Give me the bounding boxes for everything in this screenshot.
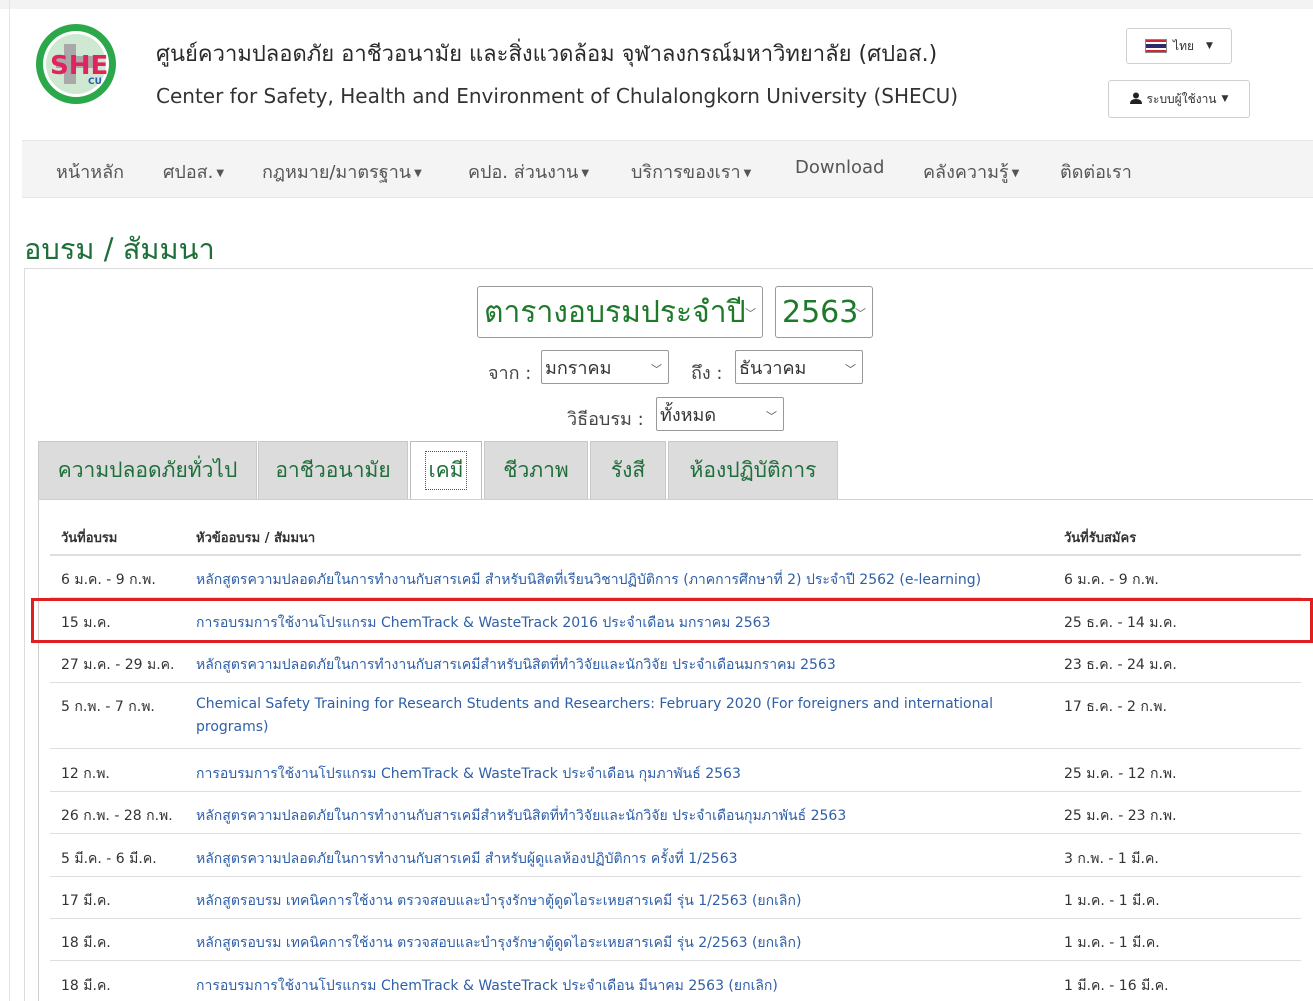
year-select[interactable]: 2563 ﹀ xyxy=(775,286,873,338)
row-topic-link[interactable]: หลักสูตรอบรม เทคนิคการใช้งาน ตรวจสอบและบ… xyxy=(196,932,801,954)
row-register-date: 17 ธ.ค. - 2 ก.พ. xyxy=(1064,699,1167,715)
chevron-down-icon: ﹀ xyxy=(766,410,777,423)
row-date: 5 มี.ค. - 6 มี.ค. xyxy=(61,851,157,867)
from-label: จาก : xyxy=(488,363,532,384)
tab-radiation[interactable]: รังสี xyxy=(590,441,666,499)
chevron-down-icon: ﹀ xyxy=(745,307,756,320)
row-register-date: 25 ธ.ค. - 14 ม.ค. xyxy=(1064,615,1177,631)
caret-down-icon: ▼ xyxy=(414,168,422,179)
row-topic-link[interactable]: การอบรมการใช้งานโปรแกรม ChemTrack & Wast… xyxy=(196,763,741,785)
tab-occupational-health[interactable]: อาชีวอนามัย xyxy=(258,441,408,499)
schedule-type-select[interactable]: ตารางอบรมประจำปี ﹀ xyxy=(477,286,763,338)
row-date: 12 ก.พ. xyxy=(61,766,110,782)
thai-flag-icon xyxy=(1145,39,1168,53)
row-date: 17 มี.ค. xyxy=(61,893,111,909)
tab-chemical[interactable]: เคมี xyxy=(410,441,482,500)
caret-down-icon: ▼ xyxy=(1011,168,1020,179)
row-register-date: 25 ม.ค. - 12 ก.พ. xyxy=(1064,766,1177,782)
row-date: 26 ก.พ. - 28 ก.พ. xyxy=(61,808,173,824)
row-topic-link[interactable]: หลักสูตรความปลอดภัยในการทำงานกับสารเคมีส… xyxy=(196,805,846,827)
nav-laws-standards[interactable]: กฎหมาย/มาตรฐาน ▼ xyxy=(262,157,422,186)
site-title-english: Center for Safety, Health and Environmen… xyxy=(156,84,959,108)
language-label: ไทย xyxy=(1173,38,1195,53)
row-register-date: 23 ธ.ค. - 24 ม.ค. xyxy=(1064,657,1177,673)
table-header-row xyxy=(50,513,1301,556)
row-date: 18 มี.ค. xyxy=(61,935,111,951)
training-method-label: วิธีอบรม : xyxy=(567,409,644,430)
chevron-down-icon: ﹀ xyxy=(855,307,866,320)
user-icon xyxy=(1129,92,1142,107)
nav-shecu[interactable]: ศปอส. ▼ xyxy=(163,157,224,186)
chevron-down-icon: ﹀ xyxy=(845,363,856,376)
to-label: ถึง : xyxy=(691,363,723,384)
row-date: 15 ม.ค. xyxy=(61,615,111,631)
main-navbar: หน้าหลัก ศปอส. ▼ กฎหมาย/มาตรฐาน ▼ คปอ. ส่ว… xyxy=(22,140,1313,198)
caret-down-icon: ▼ xyxy=(216,168,225,179)
tab-biological[interactable]: ชีวภาพ xyxy=(484,441,588,499)
tab-laboratory[interactable]: ห้องปฏิบัติการ xyxy=(668,441,838,499)
row-topic-link[interactable]: หลักสูตรความปลอดภัยในการทำงานกับสารเคมีส… xyxy=(196,654,836,676)
caret-down-icon: ▼ xyxy=(1206,41,1213,51)
nav-home[interactable]: หน้าหลัก xyxy=(56,157,124,186)
from-month-select[interactable]: มกราคม ﹀ xyxy=(541,350,669,384)
nav-contact[interactable]: ติดต่อเรา xyxy=(1060,157,1132,186)
row-register-date: 1 ม.ค. - 1 มี.ค. xyxy=(1064,935,1160,951)
row-date: 5 ก.พ. - 7 ก.พ. xyxy=(61,699,155,715)
user-menu-label: ระบบผู้ใช้งาน xyxy=(1146,91,1217,106)
nav-our-services[interactable]: บริการของเรา ▼ xyxy=(631,157,751,186)
row-topic-link[interactable]: หลักสูตรอบรม เทคนิคการใช้งาน ตรวจสอบและบ… xyxy=(196,890,801,912)
language-dropdown[interactable]: ไทย ▼ xyxy=(1126,28,1232,64)
row-topic-link[interactable]: หลักสูตรความปลอดภัยในการทำงานกับสารเคมี … xyxy=(196,848,738,870)
row-topic-link[interactable]: การอบรมการใช้งานโปรแกรม ChemTrack & Wast… xyxy=(196,975,778,997)
row-date: 18 มี.ค. xyxy=(61,978,111,994)
nav-committee-units[interactable]: คปอ. ส่วนงาน ▼ xyxy=(468,157,589,186)
tab-general-safety[interactable]: ความปลอดภัยทั่วไป xyxy=(38,441,257,499)
to-month-select[interactable]: ธันวาคม ﹀ xyxy=(735,350,863,384)
top-edge xyxy=(0,0,1313,9)
row-date: 6 ม.ค. - 9 ก.พ. xyxy=(61,572,156,588)
site-header: SHE CU ศูนย์ความปลอดภัย อาชีวอนามัย และส… xyxy=(22,14,1313,140)
page-title: อบรม / สัมมนา xyxy=(24,232,215,266)
row-register-date: 1 ม.ค. - 1 มี.ค. xyxy=(1064,893,1160,909)
row-register-date: 3 ก.พ. - 1 มี.ค. xyxy=(1064,851,1159,867)
caret-down-icon: ▼ xyxy=(581,168,590,179)
user-menu-dropdown[interactable]: ระบบผู้ใช้งาน ▼ xyxy=(1108,80,1250,118)
left-edge xyxy=(9,0,10,1001)
shecu-logo[interactable]: SHE CU xyxy=(34,22,118,106)
chevron-down-icon: ﹀ xyxy=(651,363,662,376)
row-date: 27 ม.ค. - 29 ม.ค. xyxy=(61,657,175,673)
row-topic-link[interactable]: Chemical Safety Training for Research St… xyxy=(196,693,1036,739)
nav-download[interactable]: Download xyxy=(795,157,884,178)
row-register-date: 1 มี.ค. - 16 มี.ค. xyxy=(1064,978,1169,994)
svg-text:CU: CU xyxy=(88,77,102,87)
site-title-thai: ศูนย์ความปลอดภัย อาชีวอนามัย และสิ่งแวดล… xyxy=(156,42,938,67)
caret-down-icon: ▼ xyxy=(1221,94,1229,104)
row-register-date: 6 ม.ค. - 9 ก.พ. xyxy=(1064,572,1159,588)
row-register-date: 25 ม.ค. - 23 ก.พ. xyxy=(1064,808,1177,824)
caret-down-icon: ▼ xyxy=(743,168,752,179)
nav-knowledge[interactable]: คลังความรู้ ▼ xyxy=(923,157,1019,186)
training-method-select[interactable]: ทั้งหมด ﹀ xyxy=(656,397,784,431)
row-topic-link[interactable]: หลักสูตรความปลอดภัยในการทำงานกับสารเคมี … xyxy=(196,569,981,591)
row-topic-link[interactable]: การอบรมการใช้งานโปรแกรม ChemTrack & Wast… xyxy=(196,612,770,634)
